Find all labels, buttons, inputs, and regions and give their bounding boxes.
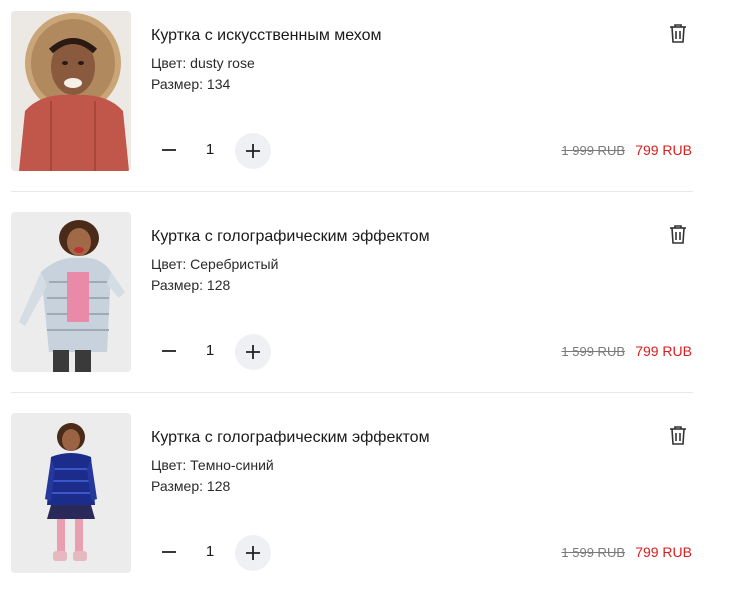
old-price: 1 599 RUB [561, 545, 625, 560]
product-title[interactable]: Куртка с голографическим эффектом [151, 429, 430, 447]
sale-price: 799 RUB [635, 142, 692, 158]
decrease-quantity-button[interactable] [152, 534, 186, 570]
decrease-quantity-button[interactable] [152, 333, 186, 369]
size-label: Размер: [151, 277, 204, 293]
cart-item: Куртка с искусственным мехом Цвет: dusty… [0, 0, 742, 201]
decrease-quantity-button[interactable] [152, 132, 186, 168]
trash-icon[interactable] [667, 223, 689, 245]
product-color: Цвет: Серебристый [151, 256, 278, 272]
sale-price: 799 RUB [635, 544, 692, 560]
quantity-value: 1 [205, 141, 215, 158]
color-label: Цвет: [151, 457, 187, 473]
product-image[interactable] [11, 212, 131, 372]
increase-quantity-button[interactable] [235, 334, 271, 370]
quantity-value: 1 [205, 342, 215, 359]
old-price: 1 999 RUB [561, 143, 625, 158]
plus-icon [246, 546, 260, 560]
product-image[interactable] [11, 413, 131, 573]
increase-quantity-button[interactable] [235, 133, 271, 169]
color-value: Серебристый [190, 256, 279, 272]
product-image[interactable] [11, 11, 131, 171]
product-title[interactable]: Куртка с голографическим эффектом [151, 228, 430, 246]
color-value: Темно-синий [190, 457, 274, 473]
color-value: dusty rose [190, 55, 255, 71]
sale-price: 799 RUB [635, 343, 692, 359]
product-title[interactable]: Куртка с искусственным мехом [151, 27, 382, 45]
minus-icon [162, 350, 176, 352]
cart-item: Куртка с голографическим эффектом Цвет: … [0, 402, 742, 603]
minus-icon [162, 551, 176, 553]
trash-icon[interactable] [667, 424, 689, 446]
old-price: 1 599 RUB [561, 344, 625, 359]
plus-icon [246, 345, 260, 359]
trash-icon[interactable] [667, 22, 689, 44]
plus-icon [246, 144, 260, 158]
quantity-value: 1 [205, 543, 215, 560]
divider [11, 191, 693, 192]
color-label: Цвет: [151, 256, 187, 272]
size-value: 128 [206, 478, 231, 494]
product-size: Размер: 128 [151, 478, 230, 494]
product-size: Размер: 134 [151, 76, 230, 92]
size-value: 128 [206, 277, 231, 293]
minus-icon [162, 149, 176, 151]
size-value: 134 [206, 76, 231, 92]
product-size: Размер: 128 [151, 277, 230, 293]
cart-item: Куртка с голографическим эффектом Цвет: … [0, 201, 742, 402]
color-label: Цвет: [151, 55, 187, 71]
product-color: Цвет: dusty rose [151, 55, 255, 71]
product-color: Цвет: Темно-синий [151, 457, 274, 473]
size-label: Размер: [151, 478, 204, 494]
increase-quantity-button[interactable] [235, 535, 271, 571]
size-label: Размер: [151, 76, 204, 92]
divider [11, 392, 693, 393]
